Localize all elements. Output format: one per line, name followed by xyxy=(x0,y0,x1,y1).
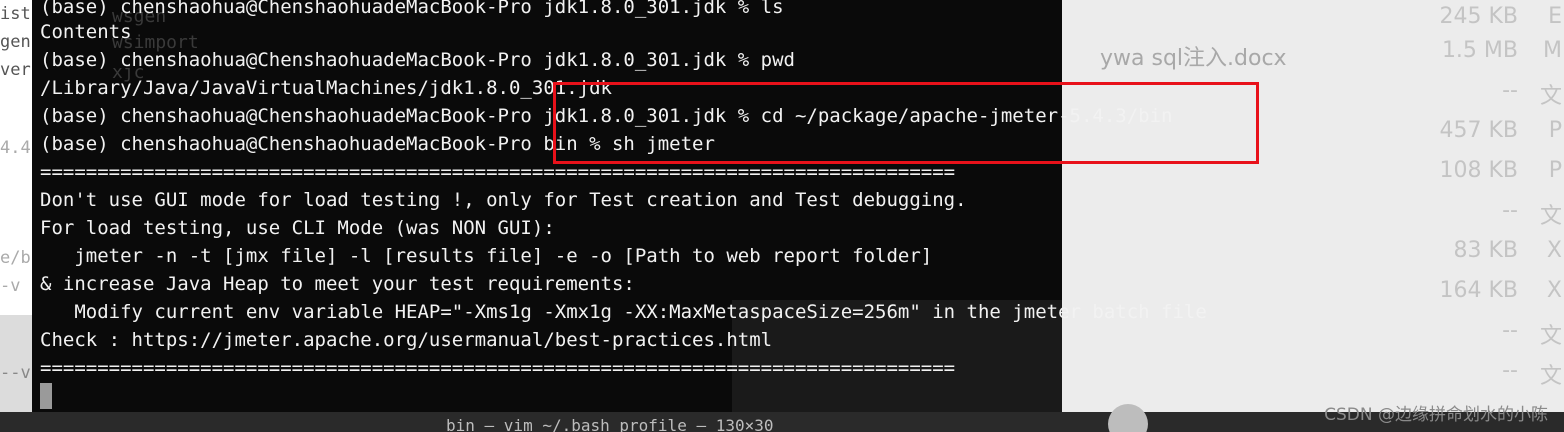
screen: 245 KB E ywa sql注入.docx 1.5 MB M -- 文 45… xyxy=(0,0,1564,432)
file-row[interactable]: -- 文 xyxy=(1000,354,1564,394)
file-size: 245 KB xyxy=(1439,4,1518,29)
terminal-line: jmeter -n -t [jmx file] -l [results file… xyxy=(40,245,933,267)
terminal-line: & increase Java Heap to meet your test r… xyxy=(40,273,635,295)
fragment-text: -v xyxy=(0,276,21,296)
file-size: 457 KB xyxy=(1439,118,1518,143)
fragment-text: ist xyxy=(0,4,31,24)
terminal-line: Contents xyxy=(40,21,132,43)
file-kind: X xyxy=(1546,278,1562,303)
file-kind: 文 xyxy=(1539,84,1562,109)
file-size: 1.5 MB xyxy=(1441,38,1518,63)
file-row[interactable]: 83 KB X xyxy=(1000,234,1564,274)
fragment-text: 4.4 xyxy=(0,138,31,158)
terminal-line: Check : https://jmeter.apache.org/userma… xyxy=(40,329,773,351)
file-kind: X xyxy=(1546,238,1562,263)
file-size: -- xyxy=(1502,198,1518,223)
finder-file-list: 245 KB E ywa sql注入.docx 1.5 MB M -- 文 45… xyxy=(1000,0,1564,432)
file-kind: P xyxy=(1548,158,1562,183)
fragment-text: ver xyxy=(0,60,31,80)
csdn-watermark: CSDN @边缘拼命划水的小陈 xyxy=(1324,405,1548,425)
terminal-cursor[interactable] xyxy=(40,383,52,409)
file-size: -- xyxy=(1502,78,1518,103)
fragment-text: --v xyxy=(0,363,31,383)
terminal-separator: ========================================… xyxy=(40,357,956,379)
fragment-text: e/b xyxy=(0,248,31,268)
file-size: 83 KB xyxy=(1453,238,1518,263)
file-kind: 文 xyxy=(1539,324,1562,349)
terminal-line: /Library/Java/JavaVirtualMachines/jdk1.8… xyxy=(40,77,612,99)
terminal-line: (base) chenshaohua@ChenshaohuadeMacBook-… xyxy=(40,49,795,71)
file-row[interactable]: ywa sql注入.docx 1.5 MB M xyxy=(1000,34,1564,74)
file-kind: 文 xyxy=(1539,364,1562,389)
terminal-line: Don't use GUI mode for load testing !, o… xyxy=(40,189,967,211)
terminal-line: Modify current env variable HEAP="-Xms1g… xyxy=(40,301,1207,323)
file-kind: 文 xyxy=(1539,204,1562,229)
file-size: -- xyxy=(1502,318,1518,343)
terminal-title-bar: bin — vim ~/.bash_profile — 130×30 xyxy=(446,416,774,432)
file-kind: M xyxy=(1543,38,1562,63)
file-name: ywa sql注入.docx xyxy=(1100,46,1287,71)
file-size: 164 KB xyxy=(1439,278,1518,303)
fragment-text: gen xyxy=(0,32,31,52)
terminal-separator: ========================================… xyxy=(40,161,956,183)
file-kind: P xyxy=(1548,118,1562,143)
highlight-annotation-box xyxy=(553,82,1259,164)
terminal-line: For load testing, use CLI Mode (was NON … xyxy=(40,217,555,239)
file-kind: E xyxy=(1548,4,1562,29)
terminal-line: (base) chenshaohua@ChenshaohuadeMacBook-… xyxy=(40,0,784,18)
file-row[interactable]: -- 文 xyxy=(1000,194,1564,234)
file-size: -- xyxy=(1502,358,1518,383)
file-size: 108 KB xyxy=(1439,158,1518,183)
